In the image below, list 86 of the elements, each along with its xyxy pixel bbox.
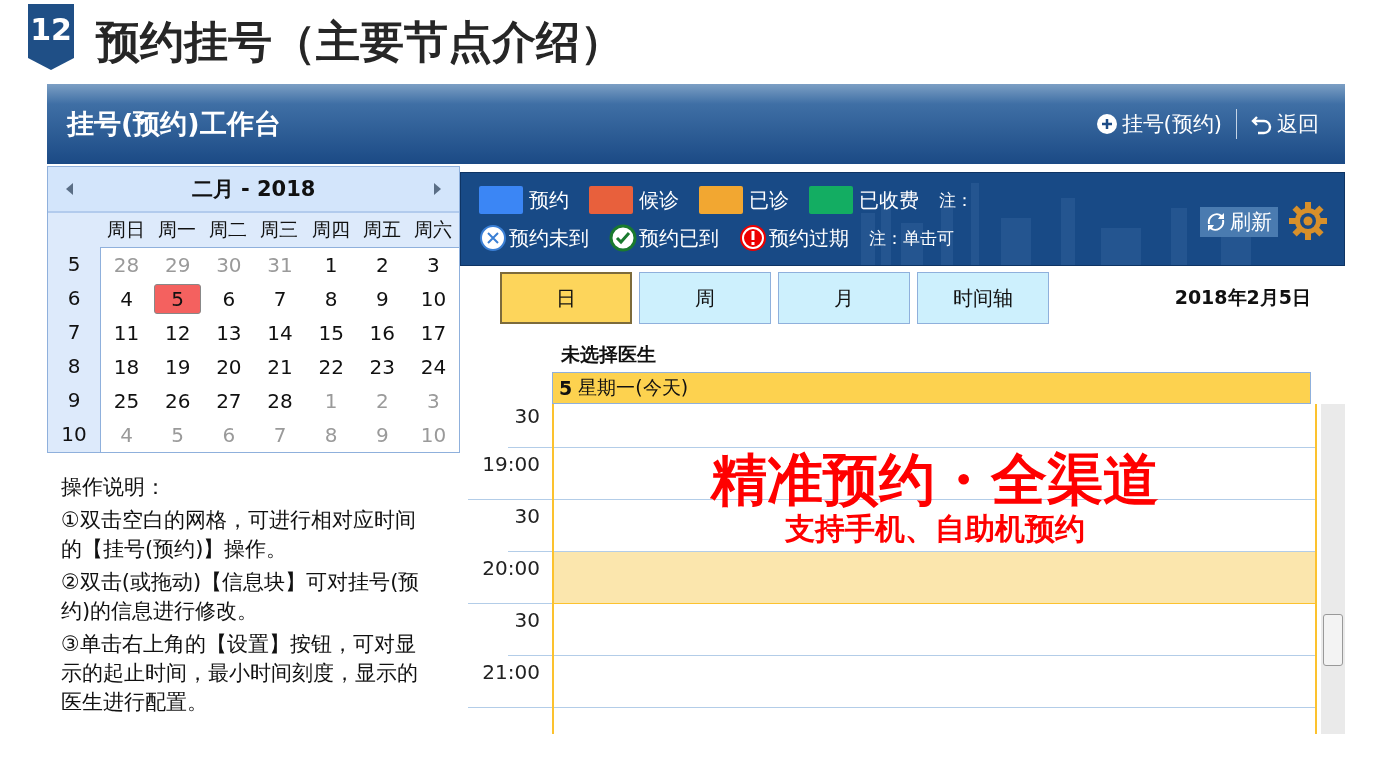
status-label: 已收费: [859, 186, 919, 214]
cross-circle-icon: [479, 224, 507, 252]
calendar-day[interactable]: 17: [407, 316, 459, 350]
current-date: 2018年2月5日: [1174, 285, 1311, 310]
calendar-day[interactable]: 11: [101, 316, 153, 350]
calendar-day[interactable]: 15: [305, 316, 357, 350]
mark-label: 预约过期: [769, 224, 849, 252]
view-tab[interactable]: 日: [500, 272, 632, 324]
mark-label: 预约未到: [509, 224, 589, 252]
weekday-label: 周三: [259, 217, 300, 242]
view-tab[interactable]: 时间轴: [917, 272, 1049, 324]
calendar-day[interactable]: 19: [152, 350, 204, 384]
calendar-day[interactable]: 9: [356, 282, 408, 316]
calendar-day[interactable]: 1: [305, 248, 357, 282]
week-number: 8: [66, 353, 82, 380]
calendar-day[interactable]: 24: [407, 350, 459, 384]
window-title: 挂号(预约)工作台: [67, 107, 281, 141]
calendar-day[interactable]: 26: [152, 384, 204, 418]
calendar-day[interactable]: 2: [356, 248, 408, 282]
calendar-day[interactable]: 25: [101, 384, 153, 418]
calendar-day[interactable]: 27: [203, 384, 255, 418]
add-button[interactable]: 挂号(预约): [1085, 106, 1232, 142]
calendar-day[interactable]: 22: [305, 350, 357, 384]
time-label: 20:00: [482, 556, 540, 582]
weekday-label: 周日: [105, 217, 146, 242]
week-number: 10: [60, 421, 88, 448]
instruction-text: ①双击空白的网格，可进行相对应时间的【挂号(预约)】操作。: [61, 507, 417, 563]
calendar-day[interactable]: 3: [407, 248, 459, 282]
time-label: 30: [514, 404, 540, 430]
calendar-day[interactable]: 12: [152, 316, 204, 350]
calendar-day[interactable]: 28: [254, 384, 306, 418]
week-number: 9: [66, 387, 82, 414]
calendar-day[interactable]: 13: [203, 316, 255, 350]
calendar-day[interactable]: 5: [154, 284, 202, 314]
week-number: 7: [66, 319, 82, 346]
note-text: 注：单击可: [869, 226, 954, 250]
refresh-icon: [1206, 212, 1226, 232]
week-number: 5: [66, 251, 82, 278]
time-label: 30: [514, 504, 540, 530]
next-arrow-icon[interactable]: [433, 183, 441, 195]
time-label: 19:00: [482, 452, 540, 478]
calendar-day[interactable]: 7: [254, 282, 306, 316]
previous-arrow-icon[interactable]: [66, 183, 74, 195]
day-header: 5 星期一(今天): [552, 372, 1311, 404]
scrollbar[interactable]: [1321, 404, 1345, 734]
refresh-button[interactable]: 刷新: [1200, 207, 1278, 237]
note-text: 注：: [939, 188, 973, 212]
slide-number: 12: [28, 4, 74, 70]
calendar-day[interactable]: 10: [407, 282, 459, 316]
calendar-day[interactable]: 21: [254, 350, 306, 384]
calendar-day[interactable]: 14: [254, 316, 306, 350]
view-tab[interactable]: 周: [639, 272, 771, 324]
undo-icon: [1251, 113, 1273, 135]
month-title: 二月 - 2018: [191, 176, 316, 203]
doctor-label: 未选择医生: [561, 342, 657, 367]
slide-title: 预约挂号（主要节点介绍）: [96, 14, 624, 69]
time-label: 30: [514, 608, 540, 634]
exclamation-circle-icon: [739, 224, 767, 252]
calendar-day[interactable]: 6: [203, 282, 255, 316]
mark-label: 预约已到: [639, 224, 719, 252]
week-number: 6: [66, 285, 82, 312]
calendar-day[interactable]: 23: [356, 350, 408, 384]
instruction-text: 操作说明：: [61, 474, 167, 501]
status-label: 已诊: [749, 186, 789, 214]
subline-text: 支持手机、自助机预约: [784, 512, 1085, 546]
status-label: 候诊: [639, 186, 679, 214]
settings-icon[interactable]: [1288, 201, 1328, 241]
calendar-day[interactable]: 20: [203, 350, 255, 384]
view-tab[interactable]: 月: [778, 272, 910, 324]
weekday-label: 周一: [156, 217, 197, 242]
check-circle-icon: [609, 224, 637, 252]
calendar-day[interactable]: 16: [356, 316, 408, 350]
calendar-day[interactable]: 18: [101, 350, 153, 384]
weekday-label: 周四: [310, 217, 351, 242]
instruction-text: ③单击右上角的【设置】按钮，可对显示的起止时间，最小时间刻度，显示的医生进行配置。: [61, 631, 419, 716]
weekday-label: 周五: [362, 217, 403, 242]
calendar-day[interactable]: 4: [101, 282, 153, 316]
time-label: 21:00: [482, 660, 540, 686]
weekday-label: 周六: [413, 217, 454, 242]
status-label: 预约: [529, 186, 569, 214]
calendar-day[interactable]: 8: [305, 282, 357, 316]
back-button[interactable]: 返回: [1241, 106, 1329, 142]
plus-circle-icon: [1095, 113, 1118, 135]
weekday-label: 周二: [208, 217, 249, 242]
headline-text: 精准预约・全渠道: [710, 448, 1159, 512]
instruction-text: ②双击(或拖动)【信息块】可对挂号(预约)的信息进行修改。: [61, 569, 421, 625]
